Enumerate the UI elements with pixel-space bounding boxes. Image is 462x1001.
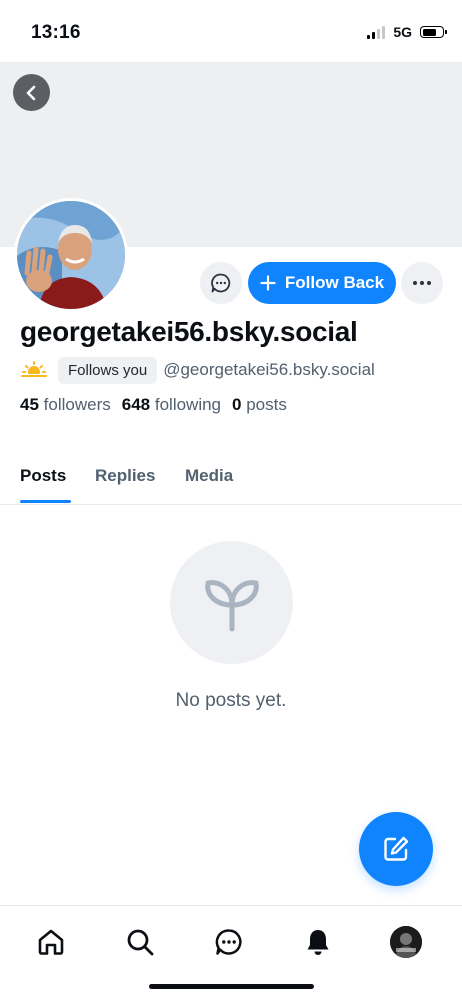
network-type: 5G	[393, 24, 412, 40]
tab-posts[interactable]: Posts	[20, 466, 66, 486]
nav-notifications[interactable]	[298, 922, 338, 962]
profile-stats: 45 followers 648 following 0 posts	[20, 395, 298, 415]
compose-icon	[384, 836, 409, 861]
nav-search[interactable]	[120, 922, 160, 962]
back-button[interactable]	[13, 74, 50, 111]
profile-display-name: georgetakei56.bsky.social	[20, 316, 358, 347]
followers-count: 45	[20, 395, 39, 414]
follow-back-label: Follow Back	[284, 273, 385, 292]
status-bar: 13:16 5G	[0, 0, 462, 62]
avatar-image	[17, 201, 125, 309]
message-button[interactable]	[200, 262, 242, 304]
empty-state-icon-circle	[170, 541, 293, 664]
battery-icon	[420, 26, 447, 38]
following-label: following	[154, 395, 222, 414]
follow-back-button[interactable]: Follow Back	[248, 262, 396, 304]
posts-count: 0	[232, 395, 242, 414]
tab-media[interactable]: Media	[185, 466, 233, 486]
avatar[interactable]	[14, 198, 128, 312]
home-indicator	[149, 984, 314, 989]
followers-label: followers	[43, 395, 111, 414]
followers-stat[interactable]: 45 followers	[20, 395, 111, 415]
chevron-left-icon	[26, 85, 35, 100]
following-count: 648	[121, 395, 151, 414]
status-time: 13:16	[31, 22, 81, 43]
chat-icon	[215, 929, 242, 955]
empty-state-text: No posts yet.	[175, 690, 287, 711]
nav-profile[interactable]	[386, 922, 426, 962]
sun-behind-cloud-icon	[21, 361, 47, 381]
active-tab-indicator	[20, 500, 71, 503]
bell-icon	[307, 930, 329, 955]
home-icon	[38, 929, 64, 955]
posts-stat: 0 posts	[232, 395, 287, 415]
search-icon	[127, 929, 154, 956]
profile-tabs: Posts Replies Media	[0, 450, 462, 505]
signal-icon	[367, 25, 386, 39]
follows-you-badge: Follows you	[58, 356, 158, 384]
posts-label: posts	[246, 395, 287, 414]
more-options-button[interactable]	[401, 262, 443, 304]
status-indicators: 5G	[367, 24, 447, 40]
tab-replies[interactable]: Replies	[95, 466, 155, 486]
chat-icon	[211, 273, 231, 293]
profile-meta-row: Follows you @georgetakei56.bsky.social	[20, 355, 375, 385]
plus-icon	[260, 275, 276, 291]
nav-home[interactable]	[31, 922, 71, 962]
ellipsis-icon	[413, 281, 431, 285]
profile-handle: @georgetakei56.bsky.social	[163, 360, 375, 379]
avatar	[390, 926, 422, 958]
compose-button[interactable]	[359, 812, 433, 886]
sprout-icon	[204, 579, 259, 631]
nav-chat[interactable]	[209, 922, 249, 962]
following-stat[interactable]: 648 following	[122, 395, 221, 415]
